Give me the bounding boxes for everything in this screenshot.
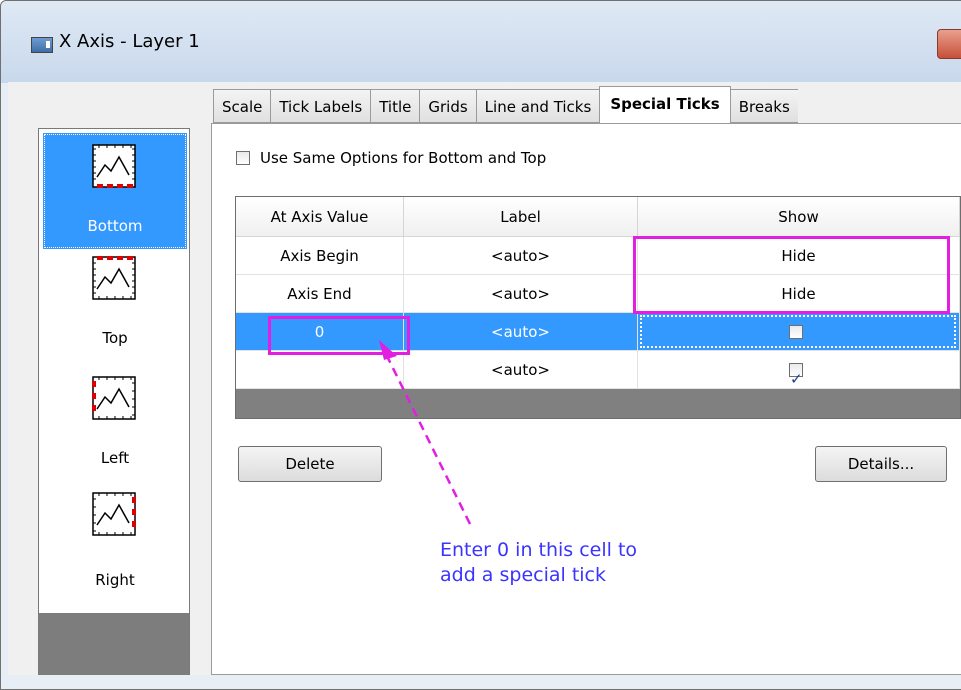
annotation-line-2: add a special tick — [440, 564, 606, 586]
annotation-text: Enter 0 in this cell to add a special ti… — [440, 538, 637, 588]
annotation-line-1: Enter 0 in this cell to — [440, 539, 638, 561]
